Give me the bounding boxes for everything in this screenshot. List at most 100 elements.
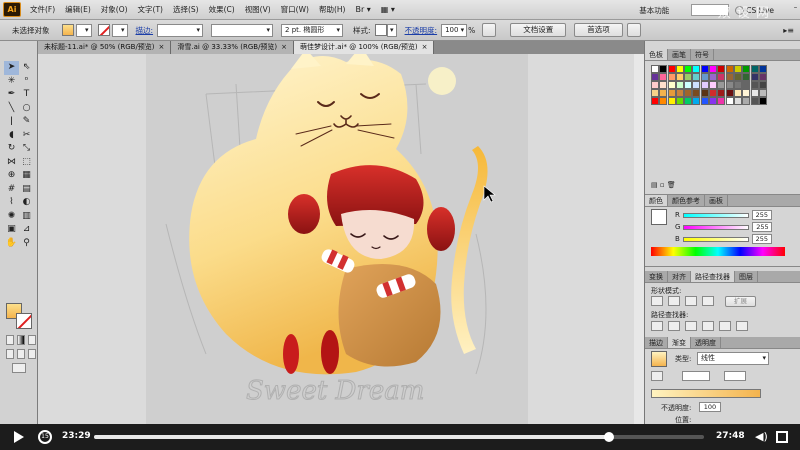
draw-normal-button[interactable] [6,349,14,359]
color-swatch[interactable] [692,73,701,81]
color-swatch[interactable] [675,73,684,81]
exclude-button[interactable] [702,296,714,306]
tab-gradient[interactable]: 渐变 [668,337,691,348]
color-swatch[interactable] [659,73,668,81]
color-swatch[interactable] [758,89,767,97]
ellipse-tool-icon[interactable]: ○ [19,102,34,116]
color-swatch[interactable] [725,89,734,97]
minus-back-button[interactable] [736,321,748,331]
mesh-tool-icon[interactable]: # [4,183,19,197]
color-swatch[interactable] [750,81,759,89]
color-swatch[interactable] [725,97,734,105]
color-picker-swatch[interactable] [651,209,667,225]
tab-pathfinder[interactable]: 路径查找器 [691,271,735,282]
color-swatch[interactable] [758,65,767,73]
fill-dropdown[interactable] [75,23,92,37]
play-icon[interactable] [14,431,24,443]
color-swatch[interactable] [692,65,701,73]
tab-transform[interactable]: 变换 [645,271,668,282]
magic-wand-tool-icon[interactable]: ✳ [4,75,19,89]
color-swatch[interactable] [684,65,693,73]
recolor-button[interactable] [482,23,497,37]
stroke-swatch[interactable] [97,24,110,36]
bridge-icon[interactable]: Br ▾ [350,5,375,14]
perspective-grid-tool-icon[interactable]: ▦ [19,169,34,183]
color-swatch[interactable] [667,97,676,105]
variable-width-dropdown[interactable] [211,23,274,37]
menu-file[interactable]: 文件(F) [25,4,60,15]
color-swatch[interactable] [684,89,693,97]
gradient-tool-icon[interactable]: ▤ [19,183,34,197]
menu-type[interactable]: 文字(T) [133,4,168,15]
volume-icon[interactable]: ◀) [755,430,768,443]
color-swatch[interactable] [651,89,659,97]
lasso-tool-icon[interactable]: ᵒ [19,75,34,89]
color-swatch[interactable] [659,65,668,73]
color-swatch[interactable] [717,65,726,73]
panel-menu-icon[interactable]: ▸≡ [783,26,794,35]
gradient-preview-swatch[interactable] [651,351,667,367]
line-tool-icon[interactable]: ╲ [4,102,19,116]
opacity-input[interactable]: 100 [441,23,468,37]
toolbox-stroke-swatch[interactable] [16,313,32,329]
pencil-tool-icon[interactable]: ✎ [19,115,34,129]
tab-color[interactable]: 颜色 [645,195,668,206]
swatch-new-icon[interactable]: ▫ [660,181,665,189]
close-icon[interactable]: × [281,43,287,51]
color-swatch[interactable] [667,65,676,73]
color-swatch[interactable] [758,97,767,105]
shape-builder-tool-icon[interactable]: ⊕ [4,169,19,183]
direct-selection-tool-icon[interactable]: ⇖ [19,61,34,75]
color-swatch[interactable] [709,89,718,97]
fullscreen-icon[interactable] [776,431,788,443]
blend-tool-icon[interactable]: ◐ [19,196,34,210]
green-slider[interactable] [683,224,750,230]
color-swatch[interactable] [692,97,701,105]
color-swatch[interactable] [742,65,751,73]
minimize-button[interactable]: – [791,0,800,14]
workspace-switcher[interactable]: 基本功能 [633,5,683,16]
color-swatch[interactable] [684,73,693,81]
merge-button[interactable] [685,321,697,331]
color-swatch[interactable] [659,97,668,105]
seek-bar[interactable] [94,432,704,442]
tab-stroke[interactable]: 描边 [645,337,668,348]
menu-window[interactable]: 窗口(W) [276,4,314,15]
expand-button[interactable]: 扩展 [725,296,756,307]
tab-align[interactable]: 对齐 [668,271,691,282]
draw-behind-button[interactable] [17,349,25,359]
gradient-aspect-input[interactable] [724,371,746,381]
color-swatch[interactable] [742,97,751,105]
color-swatch[interactable] [667,73,676,81]
color-swatch[interactable] [675,81,684,89]
swatch-delete-icon[interactable]: 🗑 [667,181,676,189]
menu-object[interactable]: 对象(O) [96,4,133,15]
color-swatch[interactable] [725,81,734,89]
document-setup-button[interactable]: 文档设置 [510,23,567,37]
color-swatch[interactable] [733,97,742,105]
menu-effect[interactable]: 效果(C) [204,4,240,15]
color-swatch[interactable] [659,81,668,89]
menu-view[interactable]: 视图(V) [240,4,276,15]
brush-definition-dropdown[interactable]: 2 pt. 椭圆形 [281,23,344,37]
minus-front-button[interactable] [668,296,680,306]
stroke-weight-input[interactable] [157,23,204,37]
color-swatch[interactable] [651,65,659,73]
stroke-dropdown[interactable] [111,23,128,37]
tab-cute-dream[interactable]: 萌佳梦设计.ai* @ 100% (RGB/预览) × [294,41,435,54]
unite-button[interactable] [651,296,663,306]
outline-button[interactable] [719,321,731,331]
color-swatch[interactable] [675,97,684,105]
color-swatch[interactable] [733,73,742,81]
style-dropdown[interactable] [386,23,397,37]
color-swatch[interactable] [692,81,701,89]
color-swatch[interactable] [700,89,709,97]
stroke-link[interactable]: 描边: [132,25,158,36]
pen-tool-icon[interactable]: ✒ [4,88,19,102]
color-swatch[interactable] [750,97,759,105]
color-swatch[interactable] [651,73,659,81]
menu-select[interactable]: 选择(S) [168,4,204,15]
seek-handle[interactable] [604,432,615,442]
rotate-tool-icon[interactable]: ↻ [4,142,19,156]
color-swatch[interactable] [742,81,751,89]
